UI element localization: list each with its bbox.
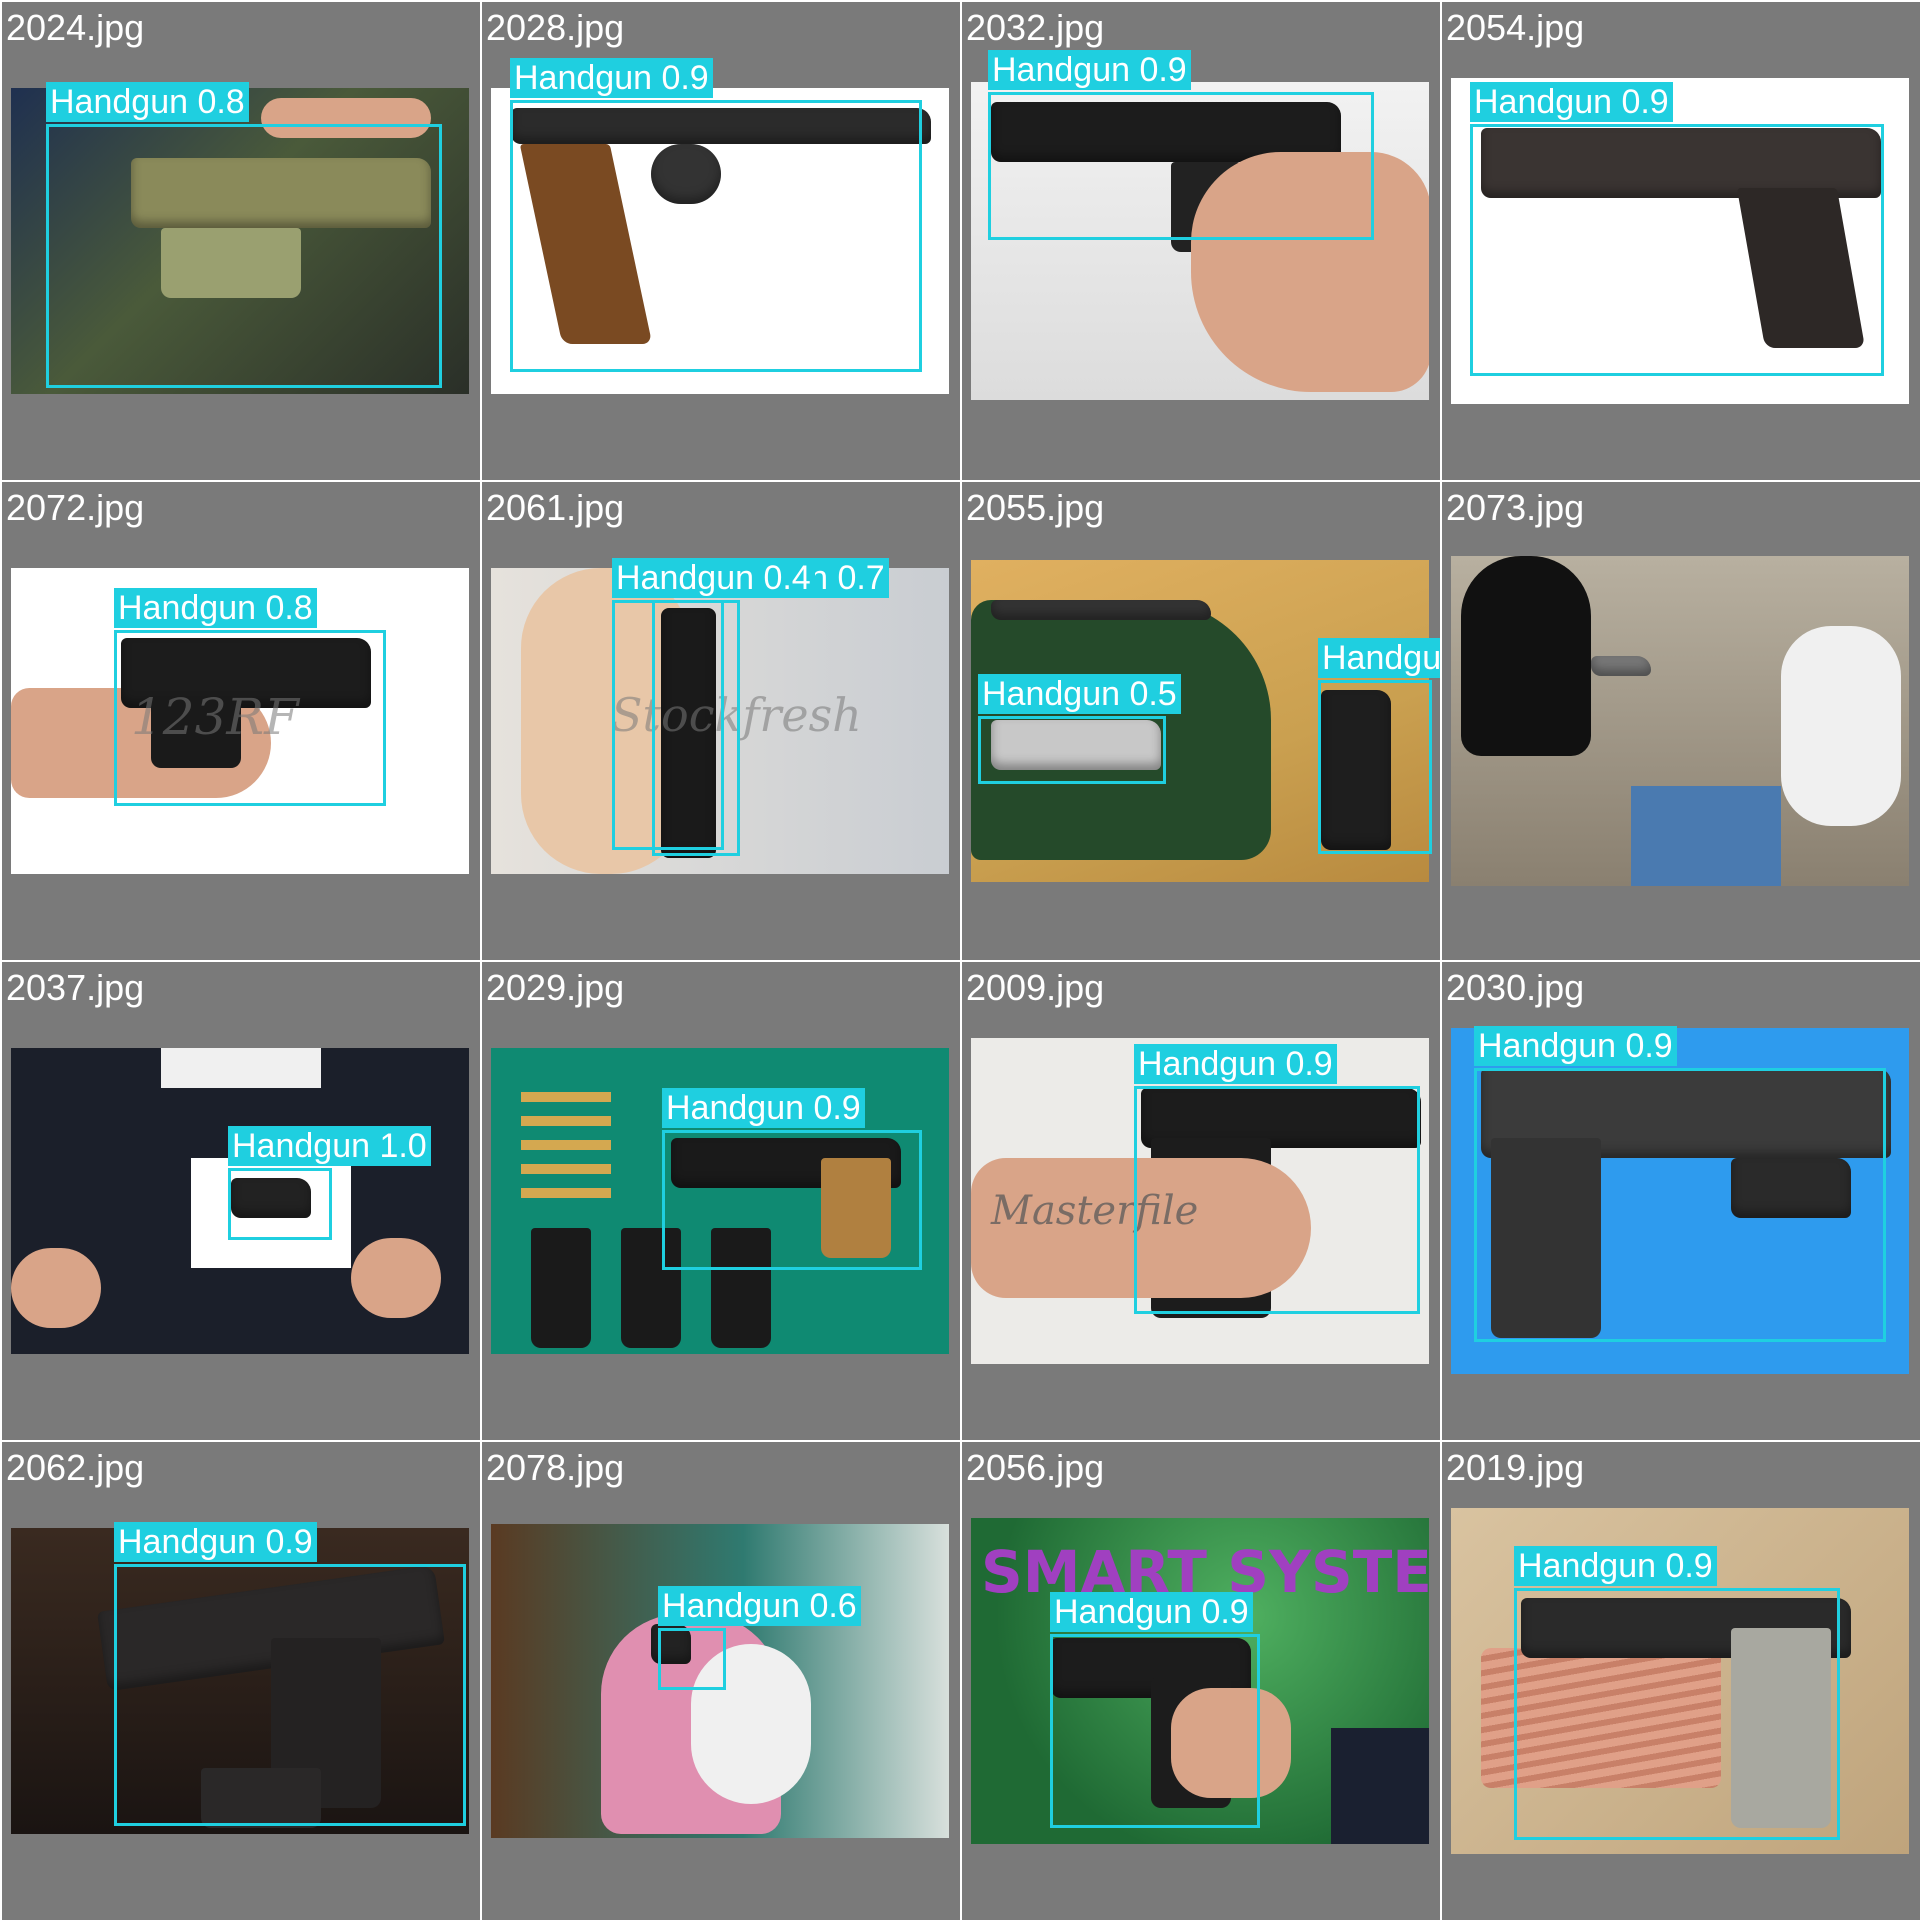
tile-2029: 2029.jpg Handgun 0.9 bbox=[482, 962, 960, 1440]
tile-photo bbox=[11, 1048, 469, 1354]
tile-photo bbox=[1451, 1028, 1909, 1374]
watermark-text: 123RF bbox=[131, 688, 299, 746]
tile-filename: 2054.jpg bbox=[1446, 7, 1585, 48]
tile-filename: 2028.jpg bbox=[486, 7, 625, 48]
tile-2009: 2009.jpg Masterfile Handgun 0.9 bbox=[962, 962, 1440, 1440]
detection-label: Handgun 0.9 bbox=[1050, 1592, 1253, 1632]
detection-label: Handgun 0.9 bbox=[1514, 1546, 1717, 1586]
tile-2062: 2062.jpg Handgun 0.9 bbox=[2, 1442, 480, 1920]
detection-label: Handgun 0.9 bbox=[1474, 1026, 1677, 1066]
tile-2032: 2032.jpg Handgun 0.9 bbox=[962, 2, 1440, 480]
tile-filename: 2078.jpg bbox=[486, 1447, 625, 1488]
detection-label: Handgun 0.5 bbox=[978, 674, 1181, 714]
watermark-text: Masterfile bbox=[991, 1188, 1199, 1234]
tile-filename: 2072.jpg bbox=[6, 487, 145, 528]
detection-label: Handgun 0.9 bbox=[114, 1522, 317, 1562]
tile-2037: 2037.jpg Handgun 1.0 bbox=[2, 962, 480, 1440]
tile-2054: 2054.jpg Handgun 0.9 bbox=[1442, 2, 1920, 480]
detection-label: Handgun 0.9 bbox=[1134, 1044, 1337, 1084]
detection-label: Handgun 0.8 bbox=[114, 588, 317, 628]
tile-photo bbox=[971, 82, 1429, 400]
detection-label: Handgun 1.0 bbox=[1318, 638, 1440, 678]
watermark-text: Stockfresh bbox=[611, 688, 862, 742]
tile-photo bbox=[971, 560, 1429, 882]
tile-photo: Stockfresh bbox=[491, 568, 949, 874]
tile-2055: 2055.jpg Handgun 1.0 Handgun 0.5 bbox=[962, 482, 1440, 960]
detection-results-grid: 2024.jpg Handgun 0.8 2028.jpg Handgun 0.… bbox=[0, 0, 1920, 1920]
tile-filename: 2009.jpg bbox=[966, 967, 1105, 1008]
tile-filename: 2061.jpg bbox=[486, 487, 625, 528]
tile-2078: 2078.jpg Handgun 0.6 bbox=[482, 1442, 960, 1920]
detection-label: Handgun 0.4 bbox=[612, 558, 815, 598]
tile-filename: 2056.jpg bbox=[966, 1447, 1105, 1488]
detection-label: Handgun 0.9 bbox=[1470, 82, 1673, 122]
tile-2019: 2019.jpg Handgun 0.9 bbox=[1442, 1442, 1920, 1920]
tile-photo bbox=[1451, 556, 1909, 886]
tile-photo bbox=[11, 1528, 469, 1834]
detection-label: Handgun 0.9 bbox=[662, 1088, 865, 1128]
tile-photo: SMART SYSTEM bbox=[971, 1518, 1429, 1844]
tile-filename: 2037.jpg bbox=[6, 967, 145, 1008]
detection-label: Handgun 0.8 bbox=[46, 82, 249, 122]
tile-filename: 2030.jpg bbox=[1446, 967, 1585, 1008]
tile-2072: 2072.jpg 123RF Handgun 0.8 bbox=[2, 482, 480, 960]
tile-2056: 2056.jpg SMART SYSTEM Handgun 0.9 bbox=[962, 1442, 1440, 1920]
tile-2028: 2028.jpg Handgun 0.9 bbox=[482, 2, 960, 480]
tile-filename: 2062.jpg bbox=[6, 1447, 145, 1488]
tile-photo bbox=[491, 88, 949, 394]
tile-2030: 2030.jpg Handgun 0.9 bbox=[1442, 962, 1920, 1440]
tile-photo bbox=[491, 1524, 949, 1838]
tile-filename: 2024.jpg bbox=[6, 7, 145, 48]
tile-filename: 2073.jpg bbox=[1446, 487, 1585, 528]
tile-filename: 2032.jpg bbox=[966, 7, 1105, 48]
detection-label: Handgun 1.0 bbox=[228, 1126, 431, 1166]
tile-photo bbox=[11, 88, 469, 394]
tile-photo: Masterfile bbox=[971, 1038, 1429, 1364]
detection-label: Handgun 0.6 bbox=[658, 1586, 861, 1626]
tile-filename: 2019.jpg bbox=[1446, 1447, 1585, 1488]
tile-filename: 2055.jpg bbox=[966, 487, 1105, 528]
tile-2024: 2024.jpg Handgun 0.8 bbox=[2, 2, 480, 480]
tile-photo bbox=[1451, 78, 1909, 404]
tile-2073: 2073.jpg bbox=[1442, 482, 1920, 960]
detection-label: Handgun 0.9 bbox=[510, 58, 713, 98]
tile-2061: 2061.jpg Stockfresh Handgun 0.7 Handgun … bbox=[482, 482, 960, 960]
tile-filename: 2029.jpg bbox=[486, 967, 625, 1008]
detection-label: Handgun 0.9 bbox=[988, 50, 1191, 90]
